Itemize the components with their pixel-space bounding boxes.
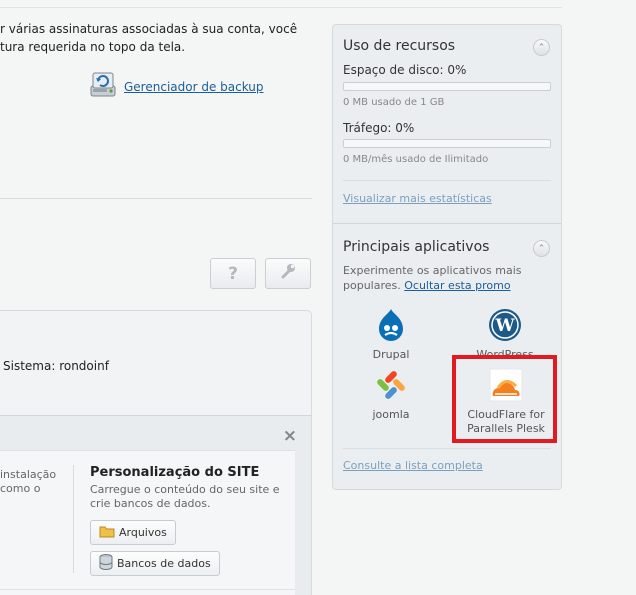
left-fragment-1: instalação: [0, 468, 57, 481]
traffic-label: Tráfego: 0%: [343, 121, 415, 135]
customize-card: instalação como o Personalização do SITE…: [0, 450, 295, 595]
settings-button[interactable]: [265, 258, 311, 289]
customize-panel: × instalação como o Personalização do SI…: [0, 415, 311, 595]
wrench-icon: [279, 262, 297, 285]
system-panel: Sistema: rondoinf × instalação como o Pe…: [0, 310, 312, 595]
sidebar-section-separator: [333, 223, 561, 224]
disk-usage-bar: [343, 82, 551, 91]
top-apps-title: Principais aplicativos: [343, 239, 490, 255]
help-button[interactable]: ?: [210, 258, 256, 289]
backup-manager-link[interactable]: Gerenciador de backup: [88, 70, 264, 103]
apps-divider: [343, 448, 551, 449]
folder-icon: [99, 524, 115, 541]
app-name: Drupal: [372, 348, 410, 361]
files-button-label: Arquivos: [119, 526, 167, 539]
resource-usage-title: Uso de recursos: [343, 38, 456, 54]
intro-line-1: r várias assinaturas associadas à sua co…: [0, 22, 298, 36]
app-drupal[interactable]: Drupal: [361, 308, 421, 362]
backup-link-label[interactable]: Gerenciador de backup: [124, 80, 264, 94]
site-customization-title: Personalização do SITE: [90, 465, 260, 480]
left-fragment-2: como o: [0, 482, 41, 495]
card-bottom-rule: [0, 589, 295, 590]
traffic-usage-detail: 0 MB/mês usado de Ilimitado: [343, 154, 489, 165]
files-button[interactable]: Arquivos: [90, 520, 176, 545]
resources-divider: [343, 180, 551, 181]
column-separator: [73, 465, 74, 573]
collapse-apps-icon[interactable]: ⌃: [533, 240, 550, 257]
left-column-text: instalação como o: [0, 468, 56, 496]
traffic-usage-bar: [343, 139, 551, 148]
wordpress-icon: W: [488, 308, 522, 345]
hide-promo-link[interactable]: Ocultar esta promo: [404, 279, 510, 292]
app-wordpress[interactable]: W WordPress: [465, 308, 545, 362]
disk-space-label: Espaço de disco: 0%: [343, 63, 467, 77]
app-name: joomla: [372, 408, 410, 421]
view-more-stats-link[interactable]: Visualizar mais estatísticas: [343, 192, 492, 205]
joomla-icon: [374, 368, 408, 405]
backup-drive-icon: [88, 70, 118, 103]
section-divider: [0, 198, 312, 199]
intro-line-2: tura requerida no topo da tela.: [0, 40, 186, 54]
promo-text: Experimente os aplicativos mais populare…: [343, 263, 553, 293]
collapse-resources-icon[interactable]: ⌃: [533, 39, 550, 56]
system-name: Sistema: rondoinf: [3, 359, 109, 373]
databases-button-label: Bancos de dados: [117, 557, 211, 570]
drupal-icon: [375, 308, 407, 345]
full-app-list-link[interactable]: Consulte a lista completa: [343, 459, 483, 472]
highlight-box: [452, 355, 557, 443]
site-customization-description: Carregue o conteúdo do seu site e crie b…: [90, 483, 280, 510]
databases-button[interactable]: Bancos de dados: [90, 551, 220, 576]
question-mark-icon: ?: [228, 263, 238, 284]
app-joomla[interactable]: joomla: [361, 368, 421, 422]
close-icon[interactable]: ×: [283, 426, 297, 446]
disk-usage-detail: 0 MB usado de 1 GB: [343, 97, 445, 108]
top-divider: [0, 7, 562, 8]
svg-text:W: W: [494, 316, 515, 336]
intro-text: r várias assinaturas associadas à sua co…: [0, 20, 312, 56]
database-icon: [99, 554, 113, 573]
